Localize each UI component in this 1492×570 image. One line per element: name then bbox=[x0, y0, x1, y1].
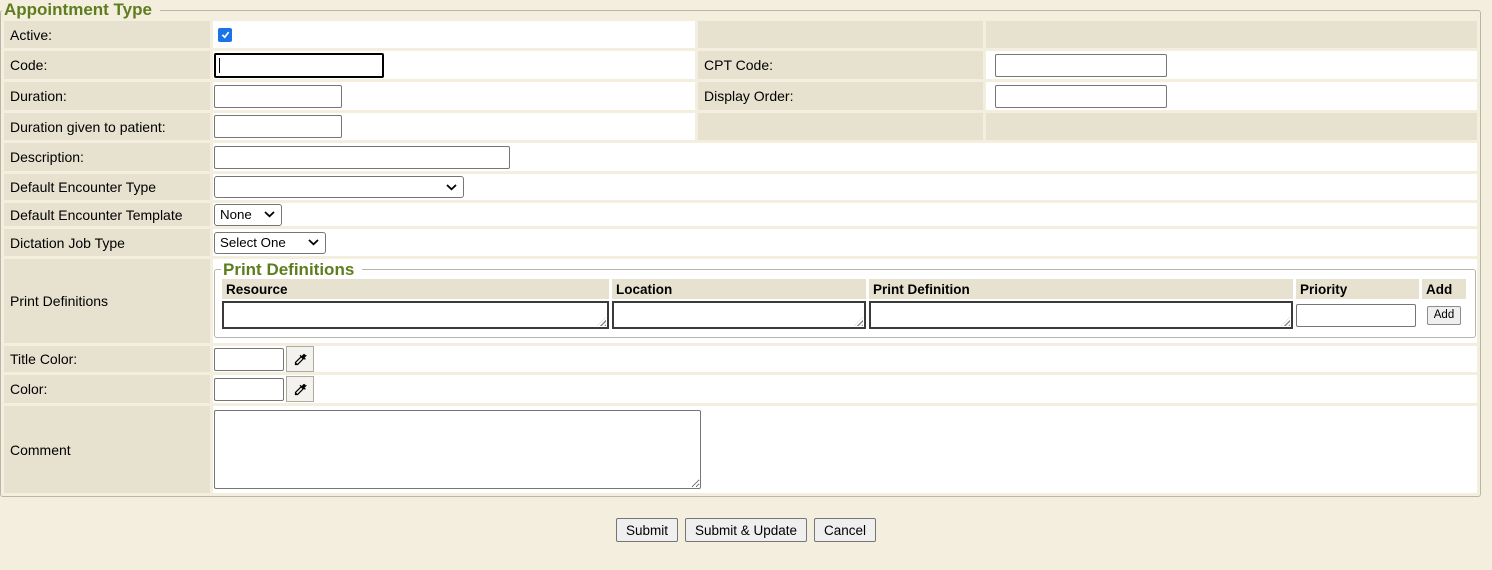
empty-cell bbox=[986, 113, 1477, 140]
active-checkbox[interactable] bbox=[218, 28, 232, 42]
resource-listbox[interactable] bbox=[222, 301, 609, 329]
empty-cell bbox=[698, 113, 983, 140]
text-caret bbox=[219, 58, 220, 73]
comment-textarea[interactable] bbox=[214, 410, 701, 489]
title-color-label: Title Color: bbox=[4, 346, 210, 372]
print-definition-listbox[interactable] bbox=[869, 301, 1293, 329]
row-description: Description: bbox=[4, 143, 1477, 171]
print-definitions-table: Resource Location Print Definition Prior… bbox=[219, 277, 1469, 331]
page-title: Appointment Type bbox=[2, 0, 160, 20]
print-definitions-title: Print Definitions bbox=[221, 260, 362, 279]
row-dictation-job-type: Dictation Job Type Select One bbox=[4, 229, 1477, 256]
print-definitions-input-row: Add bbox=[222, 301, 1466, 329]
comment-label: Comment bbox=[4, 406, 210, 493]
resize-grip-icon[interactable] bbox=[854, 317, 863, 326]
appointment-form-table: Active: Code: CPT Code: bbox=[1, 18, 1480, 496]
form-actions: Submit Submit & Update Cancel bbox=[0, 518, 1492, 542]
selected-value: Select One bbox=[220, 235, 286, 250]
default-encounter-template-label: Default Encounter Template bbox=[4, 203, 210, 226]
print-definitions-label: Print Definitions bbox=[4, 259, 210, 343]
chevron-down-icon bbox=[446, 184, 457, 191]
cancel-button[interactable]: Cancel bbox=[814, 518, 876, 542]
empty-cell bbox=[986, 21, 1477, 48]
appointment-type-fieldset: Appointment Type Active: Code: bbox=[0, 0, 1481, 497]
resize-grip-icon[interactable] bbox=[597, 317, 606, 326]
color-label: Color: bbox=[4, 375, 210, 403]
description-label: Description: bbox=[4, 143, 210, 171]
eyedropper-icon bbox=[293, 352, 308, 367]
default-encounter-template-select[interactable]: None bbox=[214, 204, 282, 226]
submit-button[interactable]: Submit bbox=[616, 518, 678, 542]
location-listbox[interactable] bbox=[612, 301, 866, 329]
print-definitions-header-row: Resource Location Print Definition Prior… bbox=[222, 279, 1466, 299]
add-column-header: Add bbox=[1422, 279, 1466, 299]
row-comment: Comment bbox=[4, 406, 1477, 493]
cpt-code-label: CPT Code: bbox=[698, 51, 983, 79]
title-color-input[interactable] bbox=[214, 348, 284, 371]
row-color: Color: bbox=[4, 375, 1477, 403]
row-print-definitions: Print Definitions Print Definitions Reso… bbox=[4, 259, 1477, 343]
code-label: Code: bbox=[4, 51, 210, 79]
row-default-encounter-type: Default Encounter Type bbox=[4, 174, 1477, 200]
dictation-job-type-select[interactable]: Select One bbox=[214, 232, 326, 254]
duration-patient-input[interactable] bbox=[214, 115, 342, 138]
eyedropper-icon bbox=[293, 382, 308, 397]
display-order-input[interactable] bbox=[995, 85, 1167, 108]
description-input[interactable] bbox=[214, 146, 510, 169]
duration-label: Duration: bbox=[4, 82, 210, 110]
title-color-picker-button[interactable] bbox=[286, 346, 314, 372]
code-input[interactable] bbox=[214, 53, 384, 78]
resize-grip-icon[interactable] bbox=[1281, 317, 1290, 326]
display-order-label: Display Order: bbox=[698, 82, 983, 110]
chevron-down-icon bbox=[264, 211, 275, 218]
row-default-encounter-template: Default Encounter Template None bbox=[4, 203, 1477, 226]
row-title-color: Title Color: bbox=[4, 346, 1477, 372]
chevron-down-icon bbox=[308, 239, 319, 246]
checkmark-icon bbox=[220, 29, 231, 40]
selected-value: None bbox=[220, 207, 252, 222]
duration-input[interactable] bbox=[214, 85, 342, 108]
default-encounter-type-label: Default Encounter Type bbox=[4, 174, 210, 200]
empty-cell bbox=[698, 21, 983, 48]
color-picker-button[interactable] bbox=[286, 376, 314, 402]
print-definition-column-header: Print Definition bbox=[869, 279, 1293, 299]
duration-patient-label: Duration given to patient: bbox=[4, 113, 210, 140]
cpt-code-input[interactable] bbox=[995, 54, 1167, 77]
dictation-job-type-label: Dictation Job Type bbox=[4, 229, 210, 256]
print-definitions-fieldset: Print Definitions Resource Location Prin… bbox=[214, 260, 1476, 338]
submit-and-update-button[interactable]: Submit & Update bbox=[685, 518, 807, 542]
row-duration-patient: Duration given to patient: bbox=[4, 113, 1477, 140]
row-active: Active: bbox=[4, 21, 1477, 48]
color-input[interactable] bbox=[214, 378, 284, 401]
priority-column-header: Priority bbox=[1296, 279, 1419, 299]
priority-input[interactable] bbox=[1296, 304, 1416, 327]
location-column-header: Location bbox=[612, 279, 866, 299]
default-encounter-type-select[interactable] bbox=[214, 176, 464, 198]
resource-column-header: Resource bbox=[222, 279, 609, 299]
active-label: Active: bbox=[4, 21, 210, 48]
row-duration: Duration: Display Order: bbox=[4, 82, 1477, 110]
row-code: Code: CPT Code: bbox=[4, 51, 1477, 79]
add-print-definition-button[interactable]: Add bbox=[1427, 306, 1461, 325]
